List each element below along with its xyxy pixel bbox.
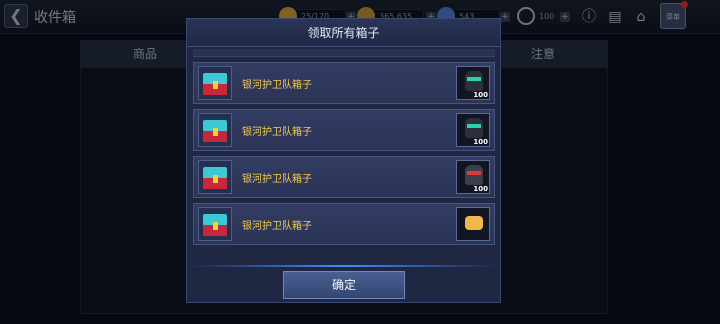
modal-title: 领取所有箱子: [187, 19, 500, 47]
confirm-button[interactable]: 确定: [283, 271, 405, 299]
item-name: 银河护卫队箱子: [242, 127, 312, 138]
reward-list[interactable]: 银河护卫队箱子 100 银河护卫队箱子 100 银河护卫队箱子 100 银河护卫…: [193, 49, 495, 255]
modal-divider: [187, 265, 500, 267]
helmet-red-eyes-icon: 100: [456, 160, 490, 194]
item-count: 100: [473, 138, 488, 146]
list-item: 银河护卫队箱子: [193, 203, 495, 245]
list-item-partial: [193, 49, 495, 57]
item-name: 银河护卫队箱子: [242, 174, 312, 185]
item-count: 100: [473, 91, 488, 99]
list-item: 银河护卫队箱子 100: [193, 109, 495, 151]
item-name: 银河护卫队箱子: [242, 221, 312, 232]
chest-icon: [198, 160, 232, 194]
chest-icon: [198, 113, 232, 147]
chest-icon: [198, 66, 232, 100]
list-item: 银河护卫队箱子 100: [193, 62, 495, 104]
claim-all-modal: 领取所有箱子 银河护卫队箱子 100 银河护卫队箱子 100 银河护卫队箱子 1…: [186, 18, 501, 303]
item-name: 银河护卫队箱子: [242, 80, 312, 91]
helmet-green-visor-icon: 100: [456, 66, 490, 100]
chest-icon: [198, 207, 232, 241]
item-count: 100: [473, 185, 488, 193]
list-item: 银河护卫队箱子 100: [193, 156, 495, 198]
gold-item-icon: [456, 207, 490, 241]
helmet-green-visor-icon: 100: [456, 113, 490, 147]
